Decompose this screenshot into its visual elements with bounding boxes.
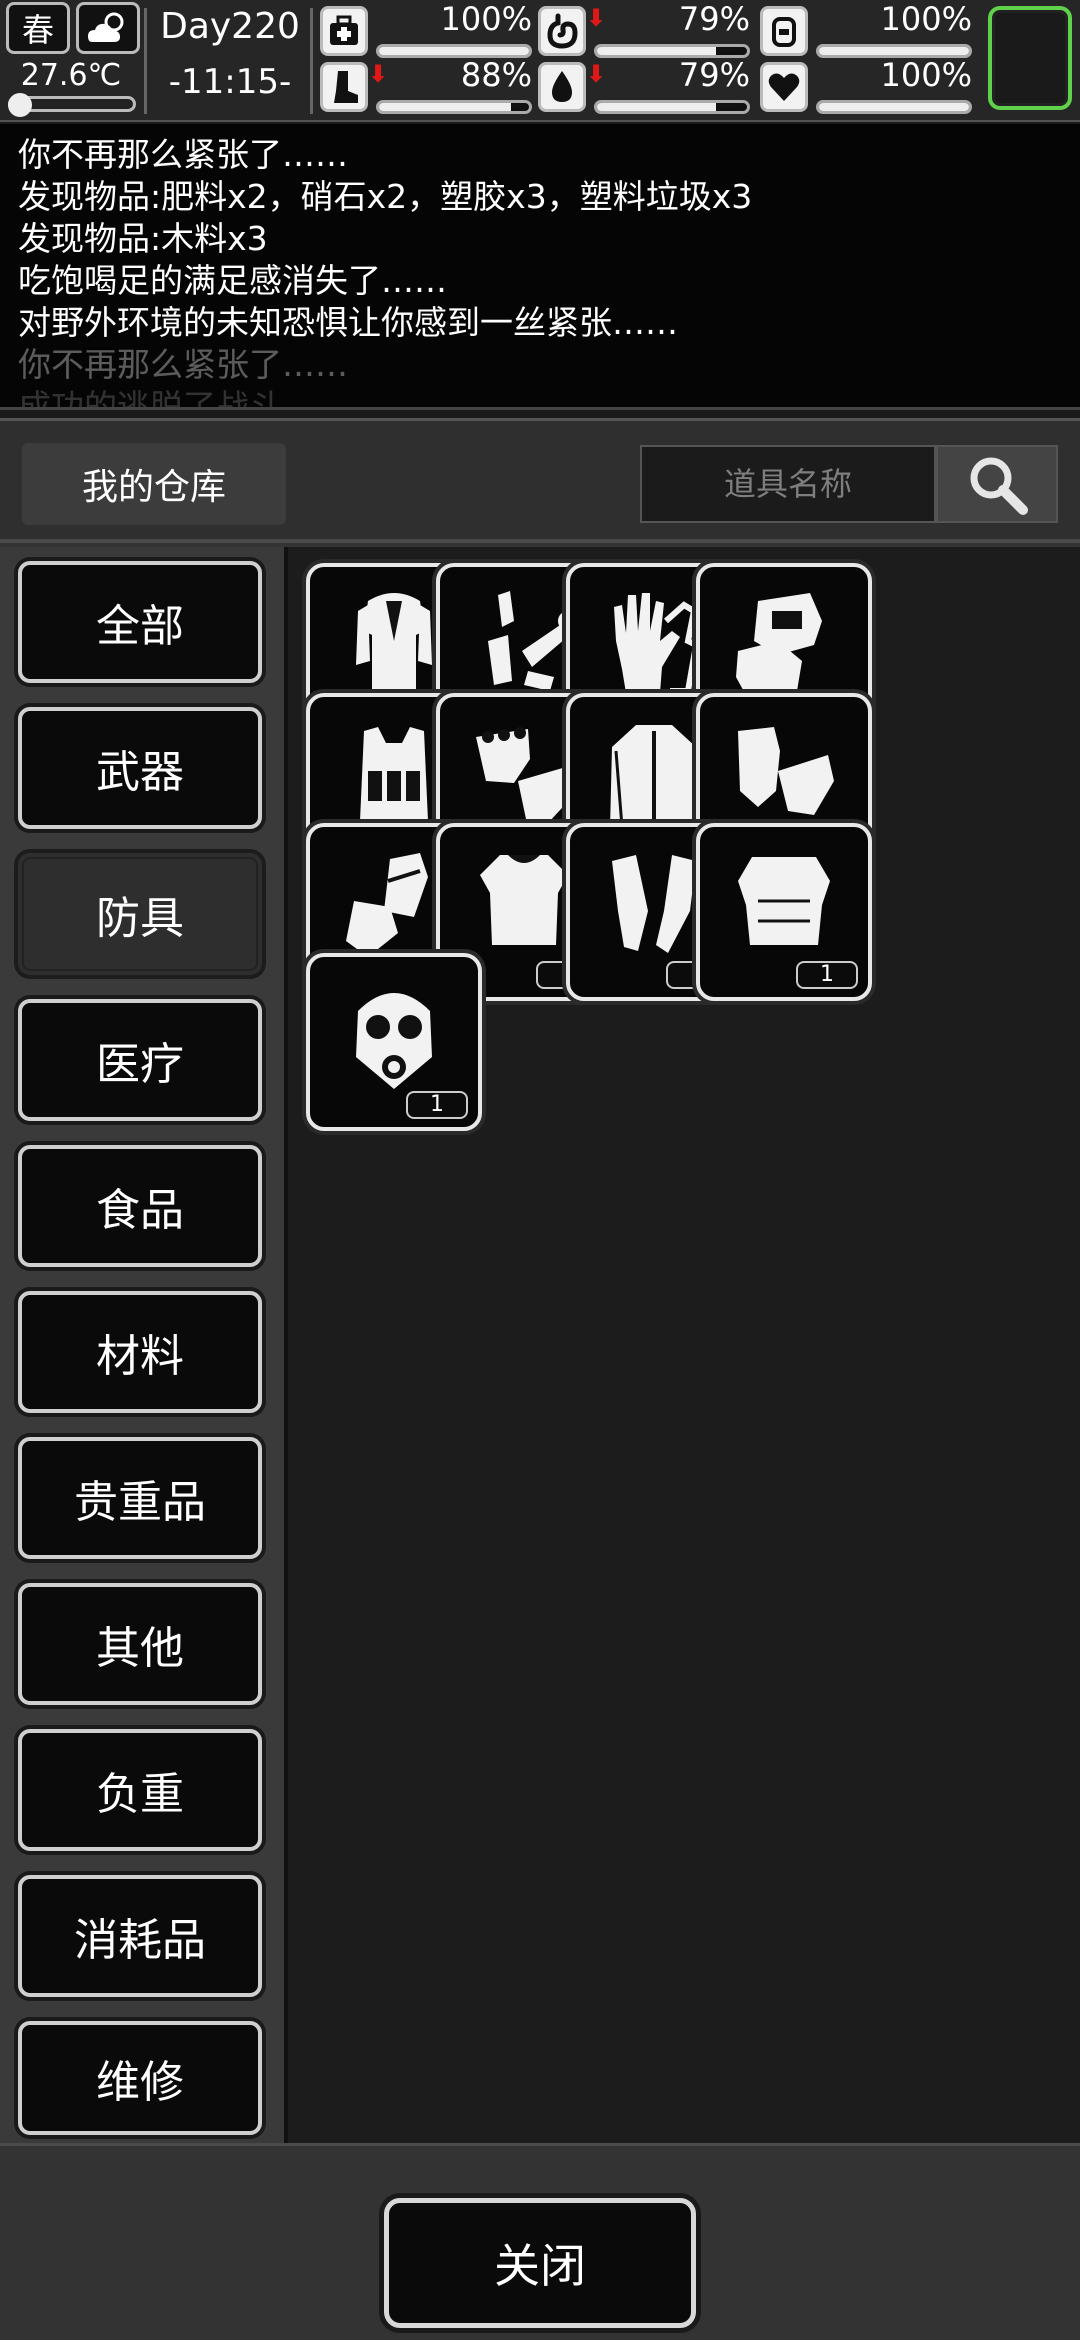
season-badge: 春	[6, 2, 70, 54]
log-line: 对野外环境的未知恐惧让你感到一丝紧张……	[18, 303, 678, 342]
category-materials[interactable]: 材料	[18, 1291, 262, 1413]
stat-health: 100%	[320, 0, 532, 58]
category-weapons[interactable]: 武器	[18, 707, 262, 829]
stat-hydration: ⬇ 79%	[538, 56, 750, 114]
stat-value: 100%	[880, 56, 972, 94]
category-armor[interactable]: 防具	[18, 853, 262, 975]
message-log[interactable]: 你不再那么紧张了…… 发现物品:肥料x2，硝石x2，塑胶x3，塑料垃圾x3 发现…	[0, 124, 1080, 410]
storage-panel: 我的仓库 全部 武器 防具 医疗 食品 材料 贵重品 其他 负重 消耗品 维修 …	[0, 418, 1080, 2340]
divider	[310, 8, 313, 114]
log-line: 你不再那么紧张了……	[18, 135, 348, 174]
stat-energy: 100%	[760, 0, 972, 58]
search-icon	[970, 457, 1028, 515]
category-repair[interactable]: 维修	[18, 2021, 262, 2135]
panel-footer: 关闭	[0, 2143, 1080, 2340]
category-list: 全部 武器 防具 医疗 食品 材料 贵重品 其他 负重 消耗品 维修	[0, 547, 284, 2143]
stat-mood: 100%	[760, 56, 972, 114]
item-count: 1	[406, 1091, 468, 1119]
log-line: 吃饱喝足的满足感消失了……	[18, 261, 447, 300]
water-drop-icon	[538, 62, 586, 112]
down-arrow-icon: ⬇	[586, 4, 607, 32]
character-portrait[interactable]	[988, 6, 1072, 110]
category-medical[interactable]: 医疗	[18, 999, 262, 1121]
log-line: 成功的逃脱了战斗	[18, 387, 282, 410]
log-line: 发现物品:肥料x2，硝石x2，塑胶x3，塑料垃圾x3	[18, 177, 753, 216]
item-slot[interactable]: 1	[306, 953, 482, 1131]
stat-value: 100%	[880, 0, 972, 38]
temperature-knob	[8, 93, 32, 117]
category-food[interactable]: 食品	[18, 1145, 262, 1267]
season-label: 春	[21, 11, 54, 49]
category-all[interactable]: 全部	[18, 561, 262, 683]
stomach-icon	[538, 6, 586, 56]
item-count: 1	[796, 961, 858, 989]
battery-icon	[760, 6, 808, 56]
down-arrow-icon: ⬇	[368, 60, 389, 88]
search-button[interactable]	[936, 445, 1058, 523]
stat-bar	[376, 100, 532, 114]
category-valuables[interactable]: 贵重品	[18, 1437, 262, 1559]
stat-bar	[594, 100, 750, 114]
first-aid-icon	[320, 6, 368, 56]
tab-my-storage[interactable]: 我的仓库	[22, 443, 286, 525]
stat-bar	[816, 100, 972, 114]
divider	[144, 8, 147, 114]
weather-icon	[76, 2, 140, 54]
stat-value: 79%	[678, 56, 750, 94]
temperature-gauge	[8, 93, 136, 117]
item-slot[interactable]: 1	[696, 823, 872, 1001]
log-line: 你不再那么紧张了……	[18, 345, 348, 384]
stat-value: 79%	[678, 0, 750, 38]
down-arrow-icon: ⬇	[586, 60, 607, 88]
leg-icon	[320, 62, 368, 112]
item-grid: 1 1 3 2 2 2 1 2	[288, 547, 1080, 2143]
heart-icon	[760, 62, 808, 112]
category-consumables[interactable]: 消耗品	[18, 1875, 262, 1997]
log-line: 发现物品:木料x3	[18, 219, 268, 258]
chest-plate-icon	[738, 857, 830, 945]
stat-value: 88%	[460, 56, 532, 94]
clock: -11:15-	[168, 62, 292, 102]
gas-mask-icon	[356, 993, 432, 1089]
stat-satiety: ⬇ 79%	[538, 0, 750, 58]
stat-stamina: ⬇ 88%	[320, 56, 532, 114]
item-search-input[interactable]	[640, 445, 936, 523]
stat-value: 100%	[440, 0, 532, 38]
temperature-readout: 27.6℃	[20, 58, 122, 93]
close-button[interactable]: 关闭	[384, 2198, 696, 2328]
category-load[interactable]: 负重	[18, 1729, 262, 1851]
day-counter: Day220	[160, 6, 300, 47]
status-bar: 春 27.6℃ Day220 -11:15- 100% ⬇ 79% 100% ⬇…	[0, 0, 1080, 122]
category-other[interactable]: 其他	[18, 1583, 262, 1705]
panel-header: 我的仓库	[0, 421, 1080, 543]
